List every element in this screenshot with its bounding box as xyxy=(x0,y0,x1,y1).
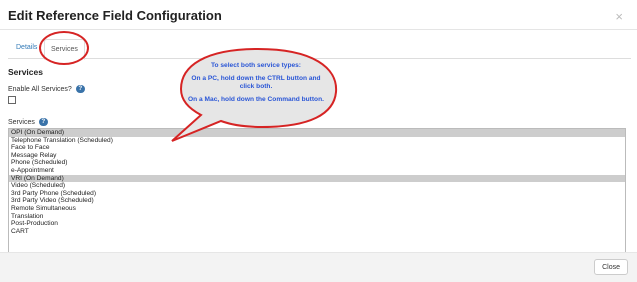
service-option[interactable]: 3rd Party Phone (Scheduled) xyxy=(9,190,625,198)
service-option[interactable]: Post-Production xyxy=(9,220,625,228)
close-button[interactable]: Close xyxy=(594,259,628,275)
help-icon[interactable]: ? xyxy=(38,118,48,126)
service-option[interactable]: Phone (Scheduled) xyxy=(9,159,625,167)
services-label-text: Services xyxy=(8,118,35,126)
enable-all-checkbox[interactable] xyxy=(8,96,16,104)
callout-text: To select both service types: On a PC, h… xyxy=(186,62,326,109)
service-option[interactable]: VRI (On Demand) xyxy=(9,174,625,183)
service-option[interactable]: Message Relay xyxy=(9,152,625,160)
help-icon[interactable]: ? xyxy=(75,85,85,93)
tabs-divider xyxy=(8,58,631,59)
service-option[interactable]: 3rd Party Video (Scheduled) xyxy=(9,197,625,205)
callout-line-mac: On a Mac, hold down the Command button. xyxy=(188,96,324,103)
close-icon[interactable]: × xyxy=(615,10,623,23)
services-multiselect[interactable]: OPI (On Demand) Telephone Translation (Sc… xyxy=(8,128,626,253)
service-option[interactable]: CART xyxy=(9,228,625,236)
service-option[interactable]: Video (Scheduled) xyxy=(9,182,625,190)
service-option[interactable]: OPI (On Demand) xyxy=(9,129,625,137)
services-label: Services ? xyxy=(8,118,48,126)
callout-line-title: To select both service types: xyxy=(210,62,302,69)
service-option[interactable]: Remote Simultaneous xyxy=(9,205,625,213)
service-option[interactable]: Translation xyxy=(9,213,625,221)
tab-details[interactable]: Details xyxy=(16,44,37,51)
service-option[interactable]: e-Appointment xyxy=(9,167,625,175)
enable-all-label: Enable All Services? ? xyxy=(8,85,85,93)
enable-all-label-text: Enable All Services? xyxy=(8,85,72,93)
section-heading: Services xyxy=(8,67,43,77)
dialog-title: Edit Reference Field Configuration xyxy=(8,8,222,23)
dialog-footer xyxy=(0,252,637,282)
service-option[interactable]: Telephone Translation (Scheduled) xyxy=(9,137,625,145)
header-divider xyxy=(0,29,637,30)
callout-line-pc: On a PC, hold down the CTRL button and c… xyxy=(191,75,321,90)
service-option[interactable]: Face to Face xyxy=(9,144,625,152)
tab-services[interactable]: Services xyxy=(44,39,85,60)
